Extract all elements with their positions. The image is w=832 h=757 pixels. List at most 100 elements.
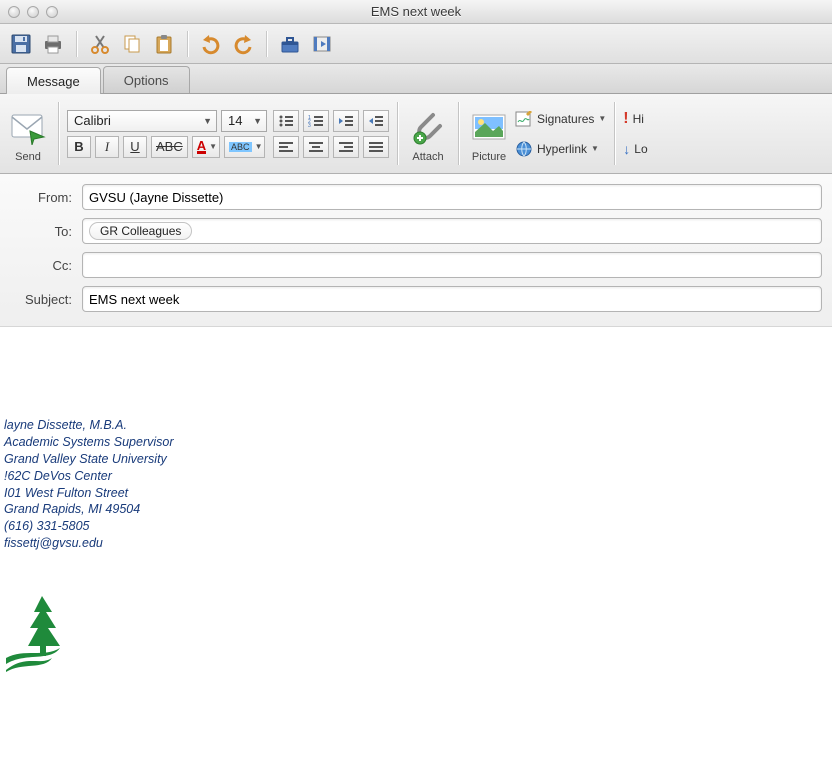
globe-icon <box>515 140 533 158</box>
chevron-down-icon: ▼ <box>255 142 263 151</box>
sig-addr2: I01 West Fulton Street <box>4 485 828 502</box>
to-label: To: <box>10 224 82 239</box>
chevron-down-icon: ▼ <box>209 142 217 151</box>
from-label: From: <box>10 190 82 205</box>
high-priority-label: Hi <box>633 112 644 126</box>
redo-button[interactable] <box>228 29 258 59</box>
message-body[interactable]: layne Dissette, M.B.A. Academic Systems … <box>0 327 832 695</box>
chevron-down-icon: ▼ <box>591 144 599 153</box>
numbered-list-button[interactable]: 123 <box>303 110 329 132</box>
undo-button[interactable] <box>196 29 226 59</box>
hyperlink-label: Hyperlink <box>537 142 587 156</box>
paragraph-group: 123 <box>273 98 389 169</box>
increase-indent-button[interactable] <box>363 110 389 132</box>
separator <box>76 31 77 57</box>
cc-label: Cc: <box>10 258 82 273</box>
copy-button[interactable] <box>117 29 147 59</box>
picture-button[interactable] <box>467 105 511 149</box>
tab-options[interactable]: Options <box>103 66 190 93</box>
print-button[interactable] <box>38 29 68 59</box>
font-color-button[interactable]: A▼ <box>192 136 220 158</box>
sig-title: Academic Systems Supervisor <box>4 434 828 451</box>
save-button[interactable] <box>6 29 36 59</box>
send-button[interactable] <box>6 105 50 149</box>
font-size-select[interactable]: 14 ▼ <box>221 110 267 132</box>
send-label: Send <box>15 151 41 163</box>
font-group: Calibri ▼ 14 ▼ B I U ABC A▼ ABC▼ <box>67 98 267 169</box>
paste-button[interactable] <box>149 29 179 59</box>
priority-group: ! Hi ↓ Lo <box>623 98 647 169</box>
attach-group: Attach <box>406 98 450 169</box>
quick-access-toolbar <box>0 24 832 64</box>
signature-logo <box>4 592 828 675</box>
send-group: Send <box>6 98 50 169</box>
signatures-button[interactable]: Signatures ▼ <box>515 108 606 130</box>
from-value: GVSU (Jayne Dissette) <box>89 190 223 205</box>
zoom-window-button[interactable] <box>46 6 58 18</box>
font-size-value: 14 <box>228 113 242 128</box>
highlight-button[interactable]: ABC▼ <box>224 136 265 158</box>
message-headers: From: GVSU (Jayne Dissette) To: GR Colle… <box>0 174 832 327</box>
separator <box>397 102 398 165</box>
toolbox-button[interactable] <box>275 29 305 59</box>
sig-addr3: Grand Rapids, MI 49504 <box>4 501 828 518</box>
window-titlebar: EMS next week <box>0 0 832 24</box>
media-button[interactable] <box>307 29 337 59</box>
low-priority-label: Lo <box>634 142 647 156</box>
minimize-window-button[interactable] <box>27 6 39 18</box>
separator <box>614 102 615 165</box>
svg-text:3: 3 <box>308 123 311 128</box>
insert-links-group: Signatures ▼ Hyperlink ▼ <box>515 98 606 169</box>
recipient-token[interactable]: GR Colleagues <box>89 222 192 240</box>
sig-phone: (616) 331-5805 <box>4 518 828 535</box>
cc-field[interactable] <box>82 252 822 278</box>
picture-label: Picture <box>472 151 506 163</box>
sig-addr1: !62C DeVos Center <box>4 468 828 485</box>
tab-message[interactable]: Message <box>6 67 101 94</box>
bulleted-list-button[interactable] <box>273 110 299 132</box>
window-controls <box>8 6 58 18</box>
decrease-indent-button[interactable] <box>333 110 359 132</box>
high-priority-button[interactable]: ! Hi <box>623 108 647 130</box>
from-field[interactable]: GVSU (Jayne Dissette) <box>82 184 822 210</box>
underline-button[interactable]: U <box>123 136 147 158</box>
separator <box>187 31 188 57</box>
close-window-button[interactable] <box>8 6 20 18</box>
chevron-down-icon: ▼ <box>598 114 606 123</box>
font-name-select[interactable]: Calibri ▼ <box>67 110 217 132</box>
cut-button[interactable] <box>85 29 115 59</box>
subject-value: EMS next week <box>89 292 179 307</box>
italic-button[interactable]: I <box>95 136 119 158</box>
window-title: EMS next week <box>371 4 461 19</box>
ribbon: Send Calibri ▼ 14 ▼ B I U ABC A▼ ABC▼ <box>0 94 832 174</box>
font-name-value: Calibri <box>74 113 111 128</box>
strikethrough-button[interactable]: ABC <box>151 136 188 158</box>
separator <box>266 31 267 57</box>
bold-button[interactable]: B <box>67 136 91 158</box>
separator <box>458 102 459 165</box>
exclamation-icon: ! <box>623 110 628 128</box>
ribbon-tabs: Message Options <box>0 64 832 94</box>
sig-name: layne Dissette, M.B.A. <box>4 417 828 434</box>
to-field[interactable]: GR Colleagues <box>82 218 822 244</box>
signatures-label: Signatures <box>537 112 594 126</box>
attach-button[interactable] <box>406 105 450 149</box>
subject-label: Subject: <box>10 292 82 307</box>
align-right-button[interactable] <box>333 136 359 158</box>
chevron-down-icon: ▼ <box>197 116 212 126</box>
low-priority-button[interactable]: ↓ Lo <box>623 138 647 160</box>
align-left-button[interactable] <box>273 136 299 158</box>
signature-icon <box>515 111 533 127</box>
hyperlink-button[interactable]: Hyperlink ▼ <box>515 138 606 160</box>
down-arrow-icon: ↓ <box>623 141 630 157</box>
picture-group: Picture <box>467 98 511 169</box>
separator <box>58 102 59 165</box>
subject-field[interactable]: EMS next week <box>82 286 822 312</box>
attach-label: Attach <box>412 151 443 163</box>
signature-block: layne Dissette, M.B.A. Academic Systems … <box>4 417 828 552</box>
justify-button[interactable] <box>363 136 389 158</box>
chevron-down-icon: ▼ <box>247 116 262 126</box>
sig-email: fissettj@gvsu.edu <box>4 535 828 552</box>
align-center-button[interactable] <box>303 136 329 158</box>
sig-org: Grand Valley State University <box>4 451 828 468</box>
